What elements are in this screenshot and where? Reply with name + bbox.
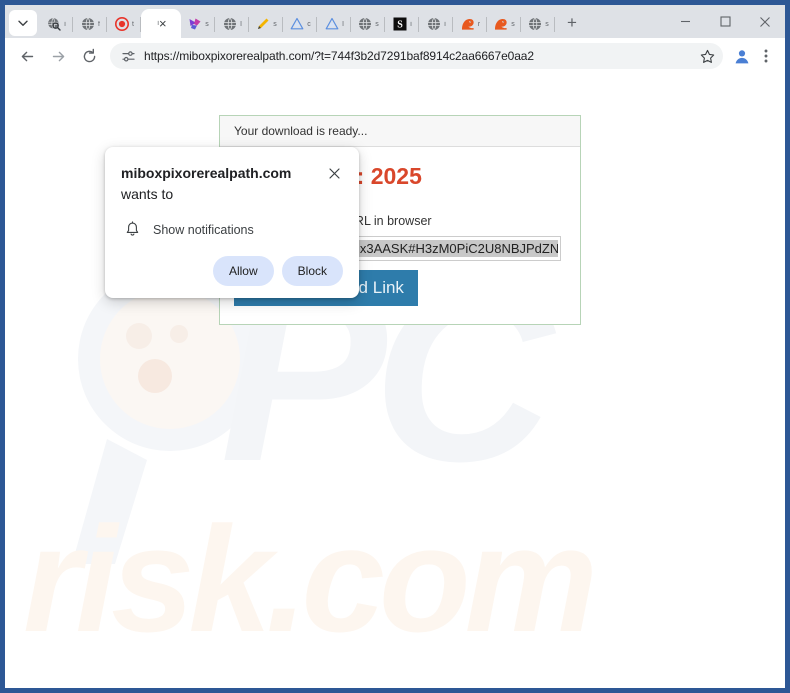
tab-item-15[interactable]: s	[521, 10, 555, 38]
tab-title: l	[240, 20, 242, 28]
tab-close-icon[interactable]: ×	[159, 17, 167, 30]
address-bar[interactable]: https://miboxpixorerealpath.com/?t=744f3…	[110, 43, 723, 69]
tune-settings-icon[interactable]	[120, 49, 136, 64]
maximize-button[interactable]	[705, 7, 745, 37]
profile-avatar-icon	[732, 46, 752, 66]
minimize-icon	[680, 20, 690, 23]
tab-strip: i f t i × s l s c l s S i i r s s +	[5, 5, 785, 38]
tab-item-2[interactable]: f	[73, 10, 107, 38]
tab-item-3[interactable]: t	[107, 10, 141, 38]
allow-button[interactable]: Allow	[212, 256, 274, 286]
tab-title: s	[205, 20, 209, 28]
tab-item-9[interactable]: l	[317, 10, 351, 38]
close-icon	[328, 167, 340, 179]
browser-menu-button[interactable]	[755, 43, 777, 69]
tab-item-5[interactable]: s	[181, 10, 215, 38]
tab-item-10[interactable]: s	[351, 10, 385, 38]
tab-item-11[interactable]: S i	[385, 10, 419, 38]
close-window-button[interactable]	[745, 7, 785, 37]
tab-title: c	[307, 20, 311, 28]
red-circle-icon	[114, 16, 130, 32]
svg-text:S: S	[397, 20, 403, 31]
forward-button[interactable]	[44, 42, 72, 70]
bookmark-button[interactable]	[697, 49, 717, 64]
page-viewport: PC risk.com Your download is ready... Do…	[5, 74, 785, 688]
window-controls	[665, 5, 785, 38]
globe-icon	[426, 16, 442, 32]
address-bar-url: https://miboxpixorerealpath.com/?t=744f3…	[144, 49, 534, 63]
profile-button[interactable]	[729, 43, 755, 69]
blue-cloud-icon	[289, 16, 305, 32]
popup-origin: miboxpixorerealpath.com	[121, 165, 292, 181]
popup-title-suffix: wants to	[121, 186, 174, 202]
globe-icon	[80, 16, 96, 32]
card-status-text: Your download is ready...	[234, 124, 368, 138]
arrow-right-icon	[52, 51, 64, 61]
globe-magnifier-icon	[46, 16, 62, 32]
tab-item-12[interactable]: i	[419, 10, 453, 38]
popup-header: miboxpixorerealpath.com wants to	[121, 163, 343, 205]
watermark-line-2: risk.com	[23, 495, 598, 663]
notification-permission-popup: miboxpixorerealpath.com wants to Show no…	[105, 147, 359, 298]
maximize-icon	[719, 16, 731, 27]
yellow-pen-icon	[255, 16, 271, 32]
popup-close-button[interactable]	[325, 164, 343, 182]
reload-icon	[83, 48, 95, 62]
black-s-icon: S	[392, 16, 408, 32]
purple-bird-icon	[187, 16, 203, 32]
tab-title: i	[444, 20, 446, 28]
back-button[interactable]	[13, 42, 41, 70]
new-tab-button[interactable]: +	[559, 10, 585, 36]
reload-button[interactable]	[75, 42, 103, 70]
tab-item-active[interactable]: i ×	[141, 9, 181, 38]
permission-label: Show notifications	[153, 222, 254, 237]
star-icon	[700, 49, 714, 63]
tab-item-6[interactable]: l	[215, 10, 249, 38]
permission-row: Show notifications	[121, 221, 343, 238]
tab-title: t	[132, 20, 134, 28]
bell-icon	[121, 221, 143, 238]
tab-item-8[interactable]: c	[283, 10, 317, 38]
three-dot-menu-icon	[764, 49, 768, 63]
tab-item-1[interactable]: i	[39, 10, 73, 38]
orange-dragon-icon	[493, 16, 509, 32]
tab-title: s	[511, 20, 515, 28]
block-button[interactable]: Block	[281, 256, 343, 286]
popup-actions: Allow Block	[121, 256, 343, 286]
browser-toolbar: https://miboxpixorerealpath.com/?t=744f3…	[5, 38, 785, 74]
tab-item-13[interactable]: r	[453, 10, 487, 38]
tab-title: s	[545, 20, 549, 28]
blue-cloud-icon	[324, 16, 340, 32]
tab-title: s	[375, 20, 379, 28]
arrow-left-icon	[21, 51, 33, 61]
tab-title: l	[342, 20, 344, 28]
card-status-bar: Your download is ready...	[220, 116, 580, 147]
orange-dragon-icon	[460, 16, 476, 32]
globe-icon	[357, 16, 373, 32]
tab-title: f	[98, 20, 100, 28]
tab-title: s	[273, 20, 277, 28]
globe-icon	[222, 16, 238, 32]
tabs-container: i f t i × s l s c l s S i i r s s +	[39, 5, 665, 38]
tab-item-7[interactable]: s	[249, 10, 283, 38]
popup-title: miboxpixorerealpath.com wants to	[121, 163, 325, 205]
tab-item-14[interactable]: s	[487, 10, 521, 38]
close-icon	[760, 16, 770, 27]
browser-window: i f t i × s l s c l s S i i r s s + http…	[0, 0, 790, 693]
chevron-down-icon	[18, 20, 28, 26]
tab-title: i	[410, 20, 412, 28]
globe-icon	[527, 16, 543, 32]
tab-title: i	[64, 20, 66, 28]
tab-search-button[interactable]	[9, 10, 37, 36]
tab-divider	[554, 17, 555, 32]
minimize-button[interactable]	[665, 7, 705, 37]
tab-title: r	[477, 20, 481, 28]
